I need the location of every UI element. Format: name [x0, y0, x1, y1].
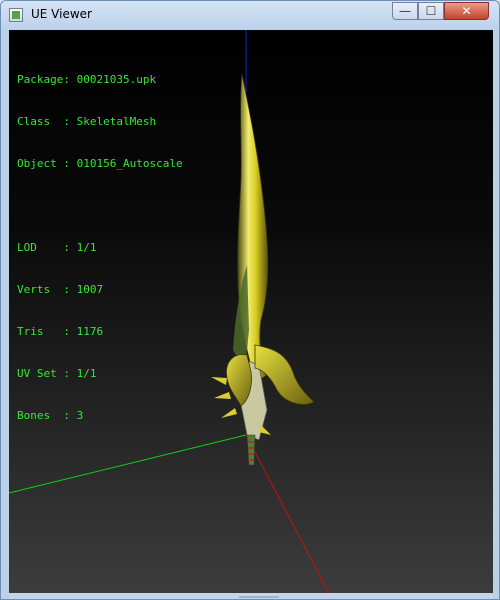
info-object-sep: : — [63, 157, 77, 170]
info-uvset-sep: : — [63, 367, 77, 380]
info-bones-value: 3 — [76, 409, 84, 422]
app-icon — [9, 8, 23, 22]
info-uvset-value: 1/1 — [76, 367, 97, 380]
info-class-sep: : — [63, 115, 77, 128]
info-package-value: 00021035.upk — [76, 73, 157, 86]
info-object-value: 010156_Autoscale — [76, 157, 183, 170]
info-package: Package: 00021035.upk — [17, 73, 183, 87]
info-bones-sep: : — [63, 409, 77, 422]
info-uvset-label: UV Set — [17, 367, 64, 380]
info-verts: Verts : 1007 — [17, 283, 183, 297]
minimize-button[interactable]: — — [392, 2, 418, 20]
info-package-sep: : — [63, 73, 77, 86]
info-verts-sep: : — [63, 283, 77, 296]
maximize-button[interactable]: ☐ — [418, 2, 444, 20]
3d-viewport[interactable]: Package: 00021035.upk Class : SkeletalMe… — [9, 30, 493, 593]
window-bottom-border — [9, 593, 493, 599]
info-class-value: SkeletalMesh — [76, 115, 157, 128]
info-verts-label: Verts — [17, 283, 64, 296]
window-title: UE Viewer — [31, 7, 92, 21]
info-object: Object : 010156_Autoscale — [17, 157, 183, 171]
info-bones-label: Bones — [17, 409, 64, 422]
info-tris: Tris : 1176 — [17, 325, 183, 339]
info-package-label: Package — [17, 73, 64, 86]
mesh-info-panel: Package: 00021035.upk Class : SkeletalMe… — [17, 45, 183, 451]
info-uvset: UV Set : 1/1 — [17, 367, 183, 381]
axis-x-line — [245, 434, 330, 593]
info-class-label: Class — [17, 115, 64, 128]
info-lod-label: LOD — [17, 241, 64, 254]
app-window: UE Viewer — ☐ ✕ Package: 00021035.upk Cl… — [0, 0, 500, 600]
info-lod-sep: : — [63, 241, 77, 254]
info-tris-sep: : — [63, 325, 77, 338]
info-lod-value: 1/1 — [76, 241, 97, 254]
info-object-label: Object — [17, 157, 64, 170]
sword-mesh — [211, 73, 315, 466]
info-tris-value: 1176 — [76, 325, 104, 338]
info-tris-label: Tris — [17, 325, 64, 338]
info-bones: Bones : 3 — [17, 409, 183, 423]
title-bar[interactable]: UE Viewer — ☐ ✕ — [1, 1, 499, 29]
resize-grip[interactable] — [239, 596, 279, 598]
info-verts-value: 1007 — [76, 283, 104, 296]
close-button[interactable]: ✕ — [444, 2, 489, 20]
info-class: Class : SkeletalMesh — [17, 115, 183, 129]
info-lod: LOD : 1/1 — [17, 241, 183, 255]
